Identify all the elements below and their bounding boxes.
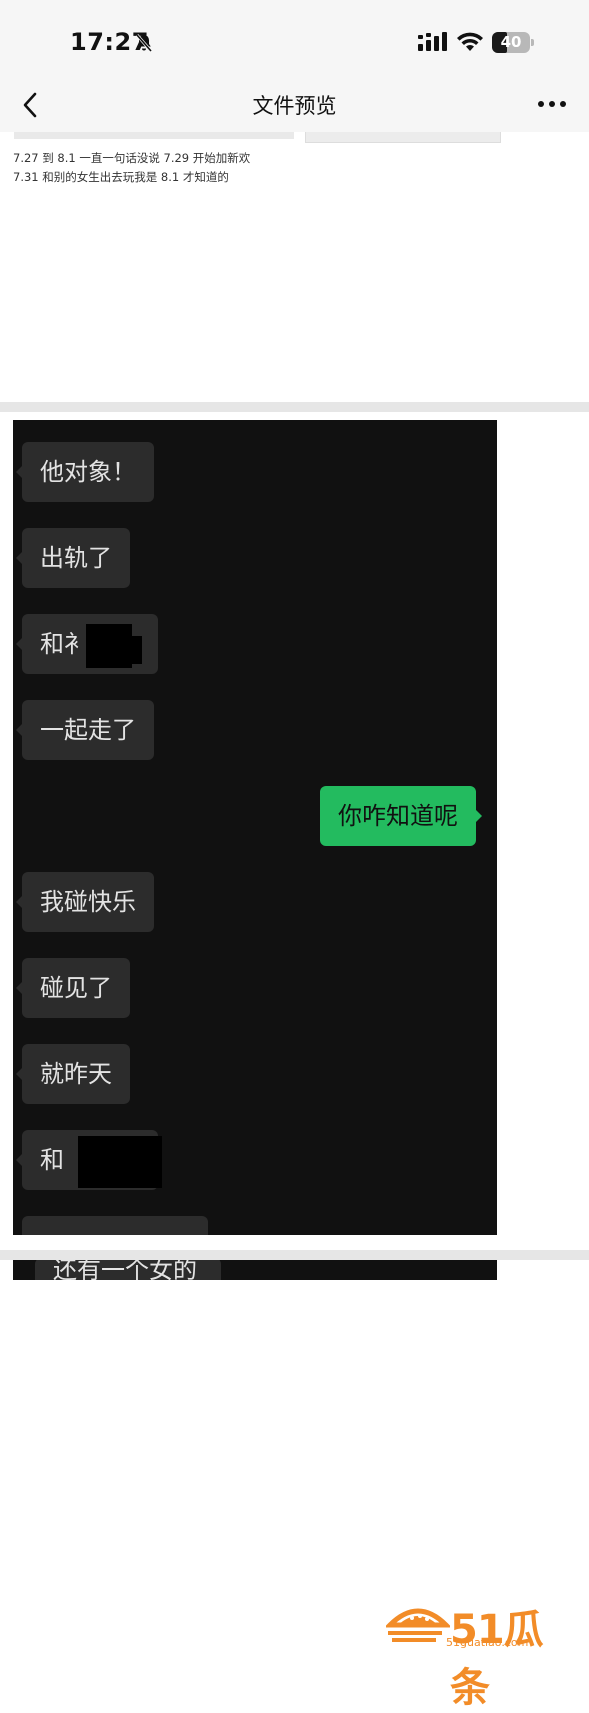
message-bubble-incoming: 还有一个女的 [35, 1260, 221, 1280]
chat-screenshot: 还有一个女的 [13, 1260, 497, 1280]
image-strip [14, 132, 294, 139]
page-title: 文件预览 [252, 94, 337, 118]
page-separator [0, 1250, 589, 1260]
more-dots-icon[interactable] [536, 94, 568, 114]
message-bubble-incoming: 和衤 [16, 614, 158, 674]
watermark-url: 51guatiao.com [446, 1636, 529, 1649]
message-bubble-incoming: 和 [16, 1130, 162, 1190]
image-strip [305, 132, 501, 143]
watermelon-logo-icon [386, 1608, 450, 1642]
message-bubble-incoming: 出轨了 [16, 528, 130, 588]
battery-percent: 40 [500, 33, 522, 51]
document-page-2: 他对象！ 出轨了 和衤 一起走了 你咋知道呢 我碰快乐 碰见了 就昨天 和 51… [0, 412, 589, 1711]
document-page-1: 7.27 到 8.1 一直一句话没说 7.29 开始加新欢 7.31 和别的女生… [0, 132, 589, 402]
message-text: 和衤 [40, 630, 88, 658]
battery-icon: 40 [492, 32, 536, 53]
message-bubble-incoming: 他对象！ [16, 442, 154, 502]
message-bubble-outgoing: 你咋知道呢 [320, 786, 482, 846]
watermark-brand: 51瓜条 [450, 1607, 544, 1711]
status-bar: 17:27 40 [0, 0, 589, 80]
chat-screenshot: 他对象！ 出轨了 和衤 一起走了 你咋知道呢 我碰快乐 碰见了 就昨天 和 [13, 420, 497, 1235]
message-bubble-incoming: 就昨天 [16, 1044, 130, 1104]
message-bubble-incoming [22, 1216, 208, 1235]
wifi-icon [457, 32, 483, 51]
message-bubble-incoming: 碰见了 [16, 958, 130, 1018]
redaction-block [78, 1136, 162, 1188]
watermark-logo: 51瓜条 51guatiao.com [386, 1595, 572, 1711]
document-page-3: 还有一个女的 [0, 1260, 589, 1280]
page-separator [0, 402, 589, 412]
message-text: 和 [40, 1146, 64, 1174]
signal-icon [418, 32, 447, 51]
caption-line: 7.27 到 8.1 一直一句话没说 7.29 开始加新欢 [13, 151, 251, 165]
message-bubble-incoming: 一起走了 [16, 700, 154, 760]
caption-line: 7.31 和别的女生出去玩我是 8.1 才知道的 [13, 170, 229, 184]
redaction-block [122, 636, 142, 664]
message-bubble-incoming: 我碰快乐 [16, 872, 154, 932]
nav-bar: 文件预览 [0, 80, 589, 132]
bell-slash-icon [135, 34, 153, 52]
